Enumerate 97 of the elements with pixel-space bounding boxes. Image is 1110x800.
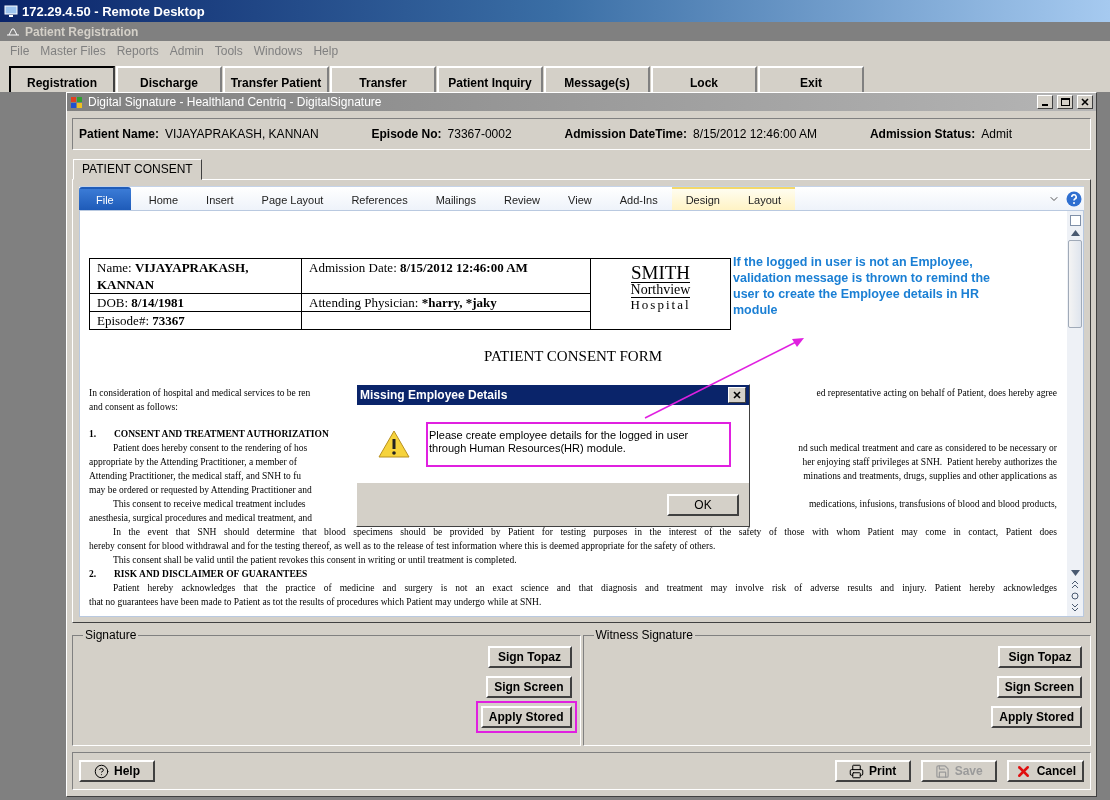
document-text: ed representative acting on behalf of Patient, does hereby agree xyxy=(816,387,1057,400)
app-icon xyxy=(6,26,20,37)
help-button[interactable]: Help xyxy=(79,760,155,782)
document-text: medications, infusions, transfusions of blood and blood products, xyxy=(808,498,1057,511)
field-value: 8/15/2012 12:46:00 AM xyxy=(692,127,818,141)
document-text: hereby consent for blood withdrawal and for the testing thereof, as well as to the release of test information where this is deemed appropriate for the safety of others. xyxy=(89,540,716,553)
close-button[interactable] xyxy=(1077,95,1093,109)
heading-number: 1. xyxy=(89,428,98,441)
group-title: Signature xyxy=(84,628,138,642)
print-button[interactable]: Print xyxy=(834,760,911,782)
ribbon-tab[interactable]: Home xyxy=(134,187,193,210)
field-label: Episode No: xyxy=(371,127,442,141)
tab[interactable]: PATIENT CONSENT xyxy=(73,159,202,180)
document-text: anesthesia, surgical procedures and medical treatment, and xyxy=(89,512,312,525)
ribbon-tab[interactable]: Insert xyxy=(192,187,248,210)
toolbar-button[interactable]: Patient Inquiry xyxy=(437,66,543,92)
signature-button[interactable]: Sign Topaz xyxy=(998,646,1082,668)
signature-button[interactable]: Sign Screen xyxy=(996,676,1082,698)
circle-icon xyxy=(1071,592,1079,600)
page-down-icon xyxy=(1071,604,1079,612)
arrow-up-icon xyxy=(1070,230,1080,236)
page-up-icon xyxy=(1071,580,1079,588)
app-icon xyxy=(70,95,84,109)
field-label: Admission DateTime: xyxy=(564,127,687,141)
section-heading: CONSENT AND TREATMENT AUTHORIZATION xyxy=(114,428,329,441)
ribbon-tab[interactable]: Add-Ins xyxy=(605,187,672,210)
ribbon-tab[interactable]: Design xyxy=(671,187,734,210)
ribbon-tab[interactable]: Page Layout xyxy=(247,187,338,210)
ribbon-tab[interactable]: File xyxy=(79,187,131,210)
document-text: may be ordered or requested by Attending Practitioner and xyxy=(89,484,312,497)
document-text: nd such medical treatment and care as considered to be necessary or xyxy=(798,442,1057,455)
toolbar-button[interactable]: Lock xyxy=(651,66,757,92)
toolbar-button[interactable]: Message(s) xyxy=(544,66,650,92)
monitor-icon xyxy=(4,4,18,18)
close-icon xyxy=(733,391,741,399)
field-value: VIJAYAPRAKASH, KANNAN xyxy=(165,127,319,141)
document-text: In consideration of hospital and medical services to be ren xyxy=(89,387,311,400)
table-cell: Episode#: 73367 xyxy=(89,311,302,330)
form-title: PATIENT CONSENT FORM xyxy=(482,348,664,365)
field-value: 73367-0002 xyxy=(447,127,512,141)
ok-button[interactable]: OK xyxy=(667,493,739,516)
hospital-logo: SMITH Northview Hospital xyxy=(590,258,731,330)
close-button[interactable] xyxy=(728,387,746,403)
section-heading: RISK AND DISCLAIMER OF GUARANTEES xyxy=(114,568,308,581)
signature-button[interactable]: Apply Stored xyxy=(991,706,1082,728)
document-text: In the event that SNH should determine that blood specimens should be provided by Patient for testing purposes in the interest of the safety of those with whom Patient may come in contact, Patient does xyxy=(113,526,1057,539)
document-text: that no guarantees have been made to Patient as tot the results of procedures which Patient may undergo while at SNH. xyxy=(89,596,542,609)
signature-button[interactable]: Sign Screen xyxy=(486,676,572,698)
signature-button[interactable]: Apply Stored xyxy=(480,706,572,728)
dialog-title: Missing Employee Details xyxy=(360,388,508,402)
scrollbar-thumb[interactable] xyxy=(1068,240,1082,328)
ruler-icon xyxy=(1069,215,1081,226)
document-text: and consent as follows: xyxy=(89,401,178,414)
table-cell: Admission Date: 8/15/2012 12:46:00 AM xyxy=(301,258,591,294)
message-text: Please create employee details for the logged in user through Human Resources(HR) module. xyxy=(429,428,690,455)
document-text: Patient does hereby consent to the rendering of hos xyxy=(113,442,308,455)
document-text: This consent to receive medical treatment includes xyxy=(113,498,306,511)
minimize-button[interactable] xyxy=(1037,95,1053,109)
document-text: appropriate by the Attending Practitioner, a member of xyxy=(89,456,298,469)
signature-button[interactable]: Sign Topaz xyxy=(487,646,572,668)
heading-number: 2. xyxy=(89,568,98,581)
ribbon-tab[interactable]: Review xyxy=(490,187,555,210)
close-icon xyxy=(1081,98,1089,106)
field-label: Admission Status: xyxy=(869,127,976,141)
ribbon-tab[interactable]: Layout xyxy=(733,187,795,210)
toolbar-button[interactable]: Registration xyxy=(9,66,115,92)
save-icon xyxy=(934,763,950,779)
document-text: This consent shall be valid until the patient revokes this consent in writing or until treatment is completed. xyxy=(113,554,517,567)
warning-icon xyxy=(378,430,410,458)
app-title: Patient Registration xyxy=(25,24,139,39)
document-text: her enjoying staff privileges at SNH. Patient hereby authorizes the xyxy=(802,456,1057,469)
maximize-icon xyxy=(1060,98,1070,106)
document-text: Patient hereby acknowledges that the practice of medicine and surgery is not an exact science and that diagnosis and treatment may involve risk of adverse results and injury. Patient hereby acknowledges xyxy=(113,582,1057,595)
field-value: Admit xyxy=(981,127,1012,141)
maximize-button[interactable] xyxy=(1057,95,1073,109)
ribbon-tab[interactable]: References xyxy=(337,187,422,210)
window-title: Digital Signature - Healthland Centriq - DigitalSignature xyxy=(88,95,383,109)
arrow-down-icon xyxy=(1070,570,1080,576)
annotation-text: If the logged in user is not an Employee, validation message is thrown to remind the user to create the Employee details in HR module xyxy=(733,254,991,318)
document-text: Attending Practitioner, the medical staff, and SNH to fu xyxy=(89,470,302,483)
ribbon-tab[interactable]: Mailings xyxy=(421,187,490,210)
help-icon xyxy=(94,763,109,779)
table-cell: DOB: 8/14/1981 xyxy=(89,293,302,312)
scrollbar[interactable] xyxy=(1067,211,1083,616)
cancel-button[interactable]: Cancel xyxy=(1006,760,1084,782)
document-text: minations and treatments, drugs, supplies and other applications as xyxy=(803,470,1057,483)
printer-icon xyxy=(848,763,864,779)
help-icon xyxy=(1066,190,1082,207)
toolbar-button[interactable]: Exit xyxy=(758,66,864,92)
toolbar-button[interactable]: Discharge xyxy=(116,66,222,92)
ribbon-tab[interactable]: View xyxy=(554,187,606,210)
toolbar-button[interactable]: Transfer Patient xyxy=(223,66,329,92)
table-cell: Name: VIJAYAPRAKASH, KANNAN xyxy=(89,258,302,294)
window-title: 172.29.4.50 - Remote Desktop xyxy=(22,3,205,19)
field-label: Patient Name: xyxy=(79,127,160,141)
toolbar-button[interactable]: Transfer xyxy=(330,66,436,92)
group-title: Witness Signature xyxy=(594,628,694,642)
